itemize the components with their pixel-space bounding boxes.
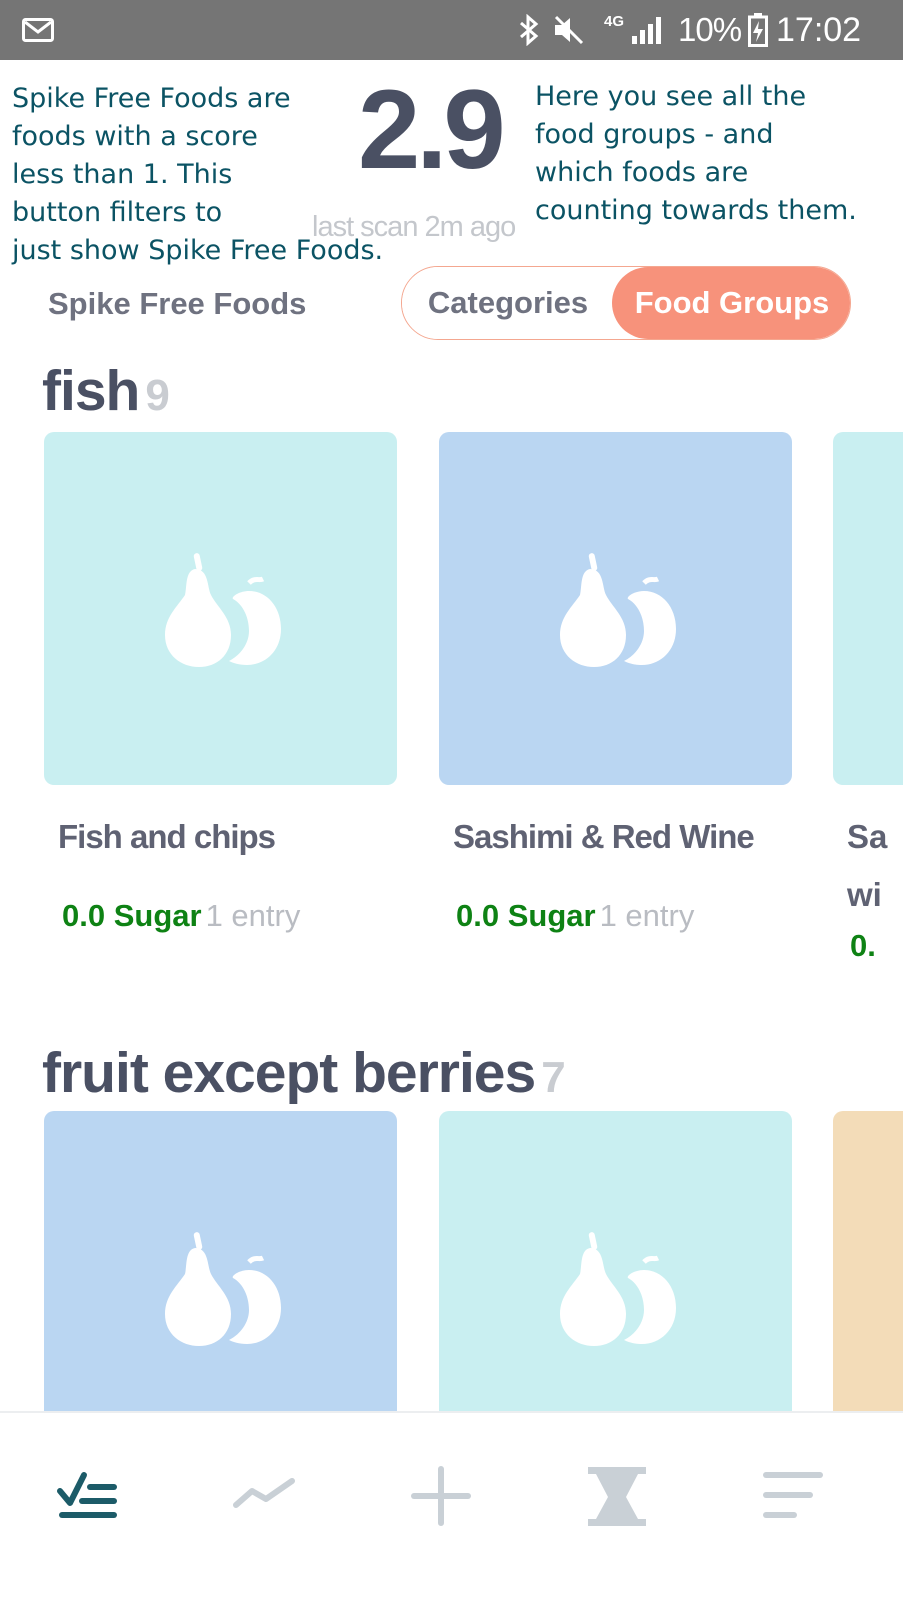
nav-log[interactable] [54, 1461, 124, 1531]
section-title-fruit-except-berries: fruit except berries 7 [42, 1040, 566, 1106]
food-stat: 0.0 Sugar 1 entry [456, 898, 694, 934]
bluetooth-icon [520, 14, 539, 46]
section-name: fruit except berries [42, 1041, 536, 1105]
hourglass-icon [588, 1467, 646, 1526]
annotation-line: Here you see all the [535, 81, 807, 112]
food-card[interactable] [44, 1111, 397, 1411]
food-card[interactable] [439, 1111, 792, 1411]
sugar-score-fragment: 0. [850, 928, 876, 963]
nav-menu[interactable] [758, 1461, 828, 1531]
trend-line-icon [233, 1478, 295, 1508]
entry-count: 1 entry [205, 898, 301, 933]
food-name: Sashimi & Red Wine [453, 818, 755, 855]
food-stat: 0.0 Sugar 1 entry [62, 898, 300, 934]
food-name-fragment: wi [847, 876, 882, 913]
sugar-score: 0.0 Sugar [62, 898, 202, 933]
food-name-fragment: Sa [847, 818, 888, 855]
spike-free-foods-button[interactable]: Spike Free Foods [48, 284, 306, 324]
nav-trends[interactable] [230, 1461, 300, 1531]
nav-add[interactable] [406, 1461, 476, 1531]
annotation-line: which foods are [535, 157, 749, 188]
annotation-line: less than 1. This [12, 159, 233, 190]
annotation-food-groups: Here you see all the food groups - and w… [535, 78, 857, 230]
bottom-navigation [0, 1411, 903, 1600]
battery-charging-icon [748, 13, 768, 47]
sugar-score: 0.0 Sugar [456, 898, 596, 933]
signal-icon [632, 17, 661, 44]
annotation-line: food groups - and [535, 119, 774, 150]
fruit-icon [165, 1232, 281, 1346]
fruit-icon [165, 553, 281, 667]
food-card-fish-and-chips[interactable] [44, 432, 397, 785]
nav-timer[interactable] [582, 1461, 652, 1531]
section-count: 7 [541, 1053, 566, 1102]
status-bar: 4G 10% 17:02 [0, 0, 903, 60]
plus-icon [411, 1466, 471, 1526]
section-name: fish [42, 359, 140, 423]
mail-icon [22, 18, 54, 42]
battery-percent: 10% [678, 11, 742, 48]
annotation-line: Spike Free Foods are [12, 83, 291, 114]
menu-lines-icon [763, 1472, 823, 1518]
food-card-partial[interactable] [833, 1111, 903, 1411]
clock: 17:02 [776, 11, 862, 49]
fruit-icon [560, 553, 676, 667]
entry-count: 1 entry [599, 898, 695, 933]
categories-tab[interactable]: Categories [402, 267, 614, 339]
last-scan-label: last scan 2m ago [312, 211, 516, 243]
annotation-line: counting towards them. [535, 195, 857, 226]
mute-icon [554, 15, 584, 45]
network-type-label: 4G [604, 13, 625, 30]
annotation-line: foods with a score [12, 121, 258, 152]
section-count: 9 [145, 371, 170, 420]
view-toggle: Categories Food Groups [401, 266, 851, 340]
food-card-sashimi-red-wine[interactable] [439, 432, 792, 785]
fruit-icon [560, 1232, 676, 1346]
food-card-partial[interactable] [833, 432, 903, 785]
section-title-fish: fish 9 [42, 358, 170, 424]
score-value: 2.9 [358, 67, 506, 192]
food-name: Fish and chips [58, 818, 276, 855]
food-groups-tab[interactable]: Food Groups [612, 267, 850, 339]
checklist-icon [57, 1472, 117, 1518]
